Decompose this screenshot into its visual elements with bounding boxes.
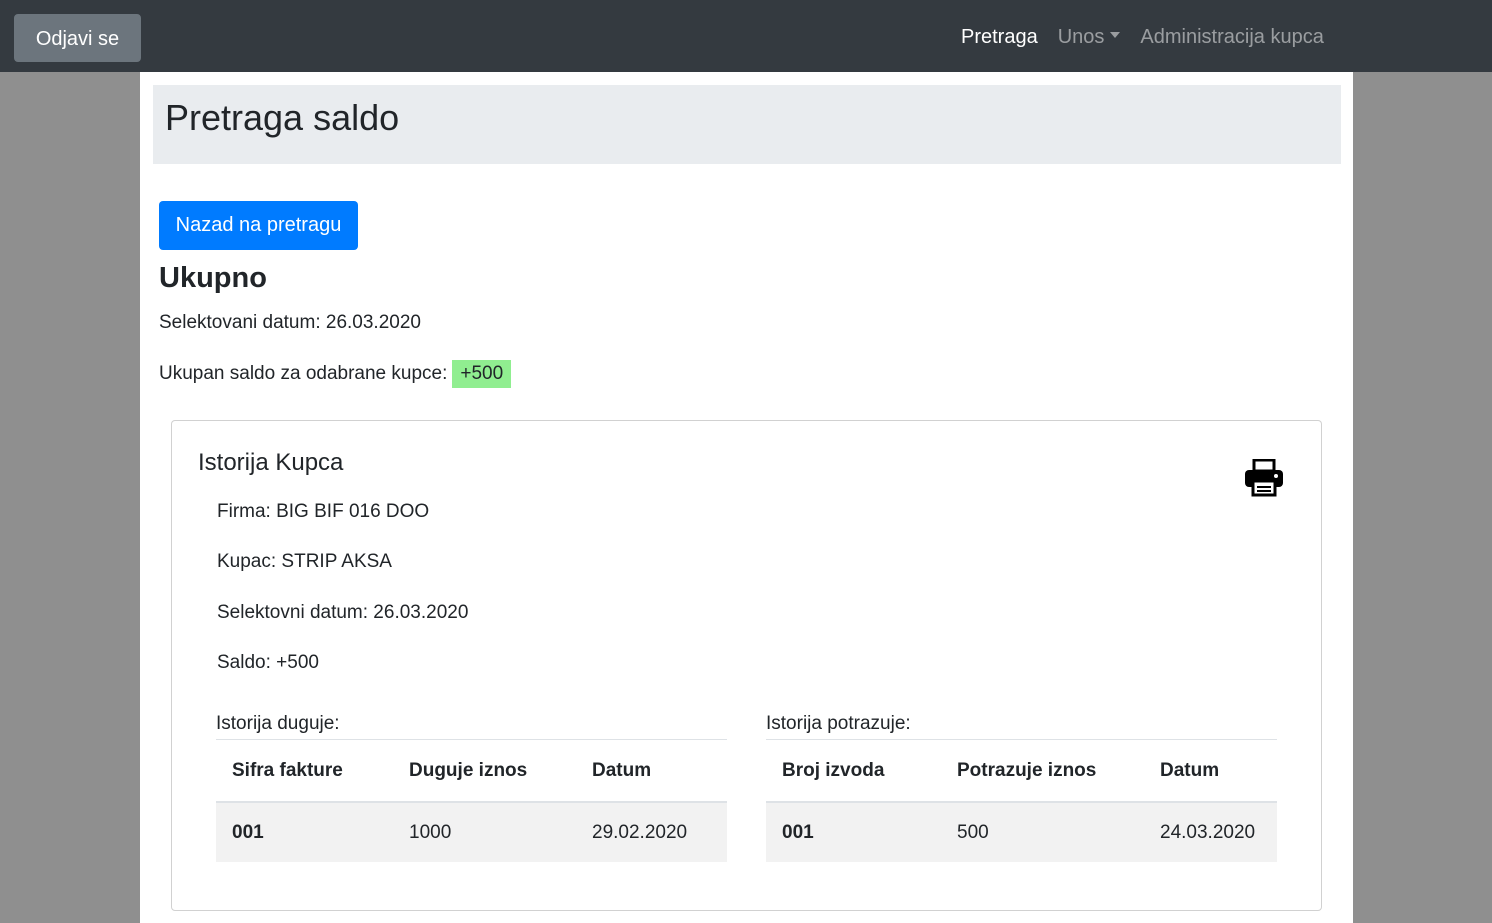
table-header-row: Broj izvoda Potrazuje iznos Datum (766, 741, 1277, 803)
duguje-caption: Istorija duguje: (216, 713, 727, 740)
top-navbar: Odjavi se Pretraga Unos Administracija k… (0, 0, 1492, 72)
customer-history-card: Istorija Kupca Firma: BIG BIF 016 DOO Ku… (171, 420, 1322, 911)
column-header: Datum (576, 741, 727, 803)
potrazuje-caption: Istorija potrazuje: (766, 713, 1277, 740)
nav-link-administracija[interactable]: Administracija kupca (1140, 26, 1323, 49)
info-firma: Firma: BIG BIF 016 DOO (217, 501, 430, 522)
card-title: Istorija Kupca (198, 449, 344, 476)
duguje-table: Sifra fakture Duguje iznos Datum 001 100… (216, 741, 727, 862)
nav-links: Pretraga Unos Administracija kupca (961, 22, 1344, 52)
table-cell: 500 (941, 802, 1144, 862)
table-cell: 24.03.2020 (1144, 802, 1277, 862)
column-header: Duguje iznos (393, 741, 576, 803)
print-icon[interactable] (1244, 459, 1284, 497)
summary-total: Ukupan saldo za odabrane kupce: +500 (159, 360, 512, 388)
column-header: Potrazuje iznos (941, 741, 1144, 803)
logout-button[interactable]: Odjavi se (14, 14, 141, 62)
page-title: Pretraga saldo (165, 97, 400, 138)
summary-selected-date: Selektovani datum: 26.03.2020 (159, 312, 421, 333)
summary-title: Ukupno (159, 262, 267, 294)
table-row: 001 500 24.03.2020 (766, 802, 1277, 862)
table-cell: 001 (766, 802, 941, 862)
column-header: Broj izvoda (766, 741, 941, 803)
nav-link-unos-label: Unos (1057, 25, 1105, 48)
table-header-row: Sifra fakture Duguje iznos Datum (216, 741, 727, 803)
nav-link-pretraga[interactable]: Pretraga (961, 26, 1038, 49)
table-cell: 001 (216, 802, 393, 862)
info-datum: Selektovni datum: 26.03.2020 (217, 602, 469, 623)
potrazuje-table: Broj izvoda Potrazuje iznos Datum 001 50… (766, 741, 1277, 862)
column-header: Datum (1144, 741, 1277, 803)
column-header: Sifra fakture (216, 741, 393, 803)
saldo-badge: +500 (452, 360, 512, 388)
info-kupac: Kupac: STRIP AKSA (217, 551, 392, 572)
chevron-down-icon (1110, 32, 1121, 39)
main-container: Pretraga saldo Nazad na pretragu Ukupno … (140, 72, 1353, 923)
info-saldo: Saldo: +500 (217, 652, 319, 673)
page-header: Pretraga saldo (153, 85, 1341, 164)
table-cell: 29.02.2020 (576, 802, 727, 862)
back-to-search-button[interactable]: Nazad na pretragu (159, 201, 358, 250)
table-row: 001 1000 29.02.2020 (216, 802, 727, 862)
summary-total-label: Ukupan saldo za odabrane kupce: (159, 363, 448, 384)
table-cell: 1000 (393, 802, 576, 862)
nav-link-unos[interactable]: Unos (1058, 26, 1121, 49)
